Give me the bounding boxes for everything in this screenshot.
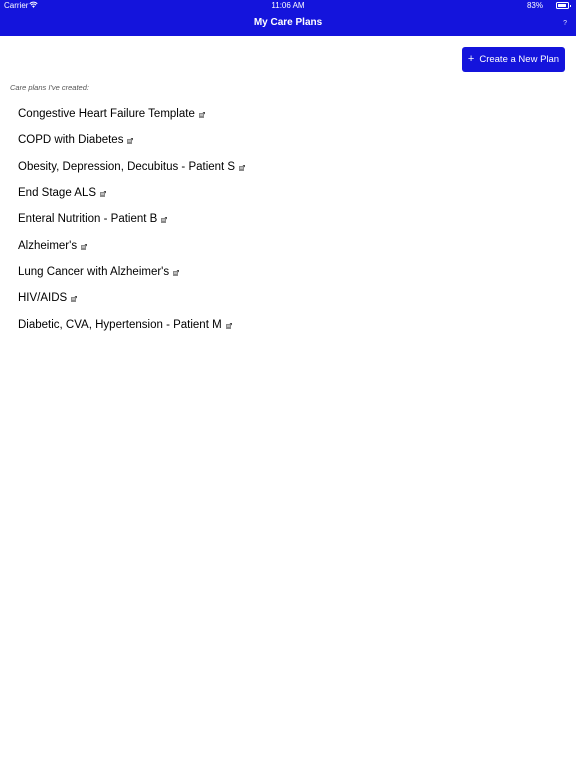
navigation-bar: My Care Plans ? <box>0 12 576 36</box>
section-label: Care plans I've created: <box>10 83 89 92</box>
care-plan-item[interactable]: Enteral Nutrition - Patient B <box>18 206 245 232</box>
create-new-plan-button[interactable]: + Create a New Plan <box>462 47 565 72</box>
plus-icon: + <box>467 53 475 65</box>
care-plan-label: Diabetic, CVA, Hypertension - Patient M <box>18 318 222 331</box>
care-plan-item[interactable]: Diabetic, CVA, Hypertension - Patient M <box>18 311 245 337</box>
care-plan-item[interactable]: Obesity, Depression, Decubitus - Patient… <box>18 154 246 180</box>
care-plan-item[interactable]: Lung Cancer with Alzheimer's <box>18 259 245 285</box>
care-plan-label: HIV/AIDS <box>18 292 68 305</box>
edit-icon[interactable] <box>100 191 107 198</box>
edit-icon[interactable] <box>239 164 246 171</box>
page-title: My Care Plans <box>253 17 323 28</box>
help-button[interactable]: ? <box>563 20 567 27</box>
edit-icon[interactable] <box>81 243 88 250</box>
edit-icon[interactable] <box>225 322 232 329</box>
care-plan-label: COPD with Diabetes <box>18 134 124 147</box>
care-plan-label: Lung Cancer with Alzheimer's <box>18 265 170 278</box>
edit-icon[interactable] <box>161 217 168 224</box>
battery-percent: 83% <box>526 1 543 10</box>
edit-icon[interactable] <box>198 112 205 119</box>
care-plan-item[interactable]: HIV/AIDS <box>18 285 245 311</box>
clock: 11:06 AM <box>271 1 305 10</box>
edit-icon[interactable] <box>173 269 180 276</box>
care-plan-label: Obesity, Depression, Decubitus - Patient… <box>18 160 236 173</box>
care-plan-item[interactable]: End Stage ALS <box>18 180 245 206</box>
care-plan-label: Enteral Nutrition - Patient B <box>18 213 158 226</box>
status-bar: Carrier 11:06 AM 83% <box>0 0 576 12</box>
care-plan-label: Alzheimer's <box>18 239 78 252</box>
care-plan-list: Congestive Heart Failure Template COPD w… <box>18 101 246 338</box>
care-plan-item[interactable]: COPD with Diabetes <box>18 127 245 153</box>
care-plan-item[interactable]: Alzheimer's <box>18 232 245 258</box>
care-plan-item[interactable]: Congestive Heart Failure Template <box>18 101 245 127</box>
care-plan-label: End Stage ALS <box>18 187 97 200</box>
edit-icon[interactable] <box>127 138 134 145</box>
battery-icon <box>556 2 571 9</box>
care-plan-label: Congestive Heart Failure Template <box>18 108 195 121</box>
edit-icon[interactable] <box>71 296 78 303</box>
create-new-plan-label: Create a New Plan <box>479 54 560 65</box>
